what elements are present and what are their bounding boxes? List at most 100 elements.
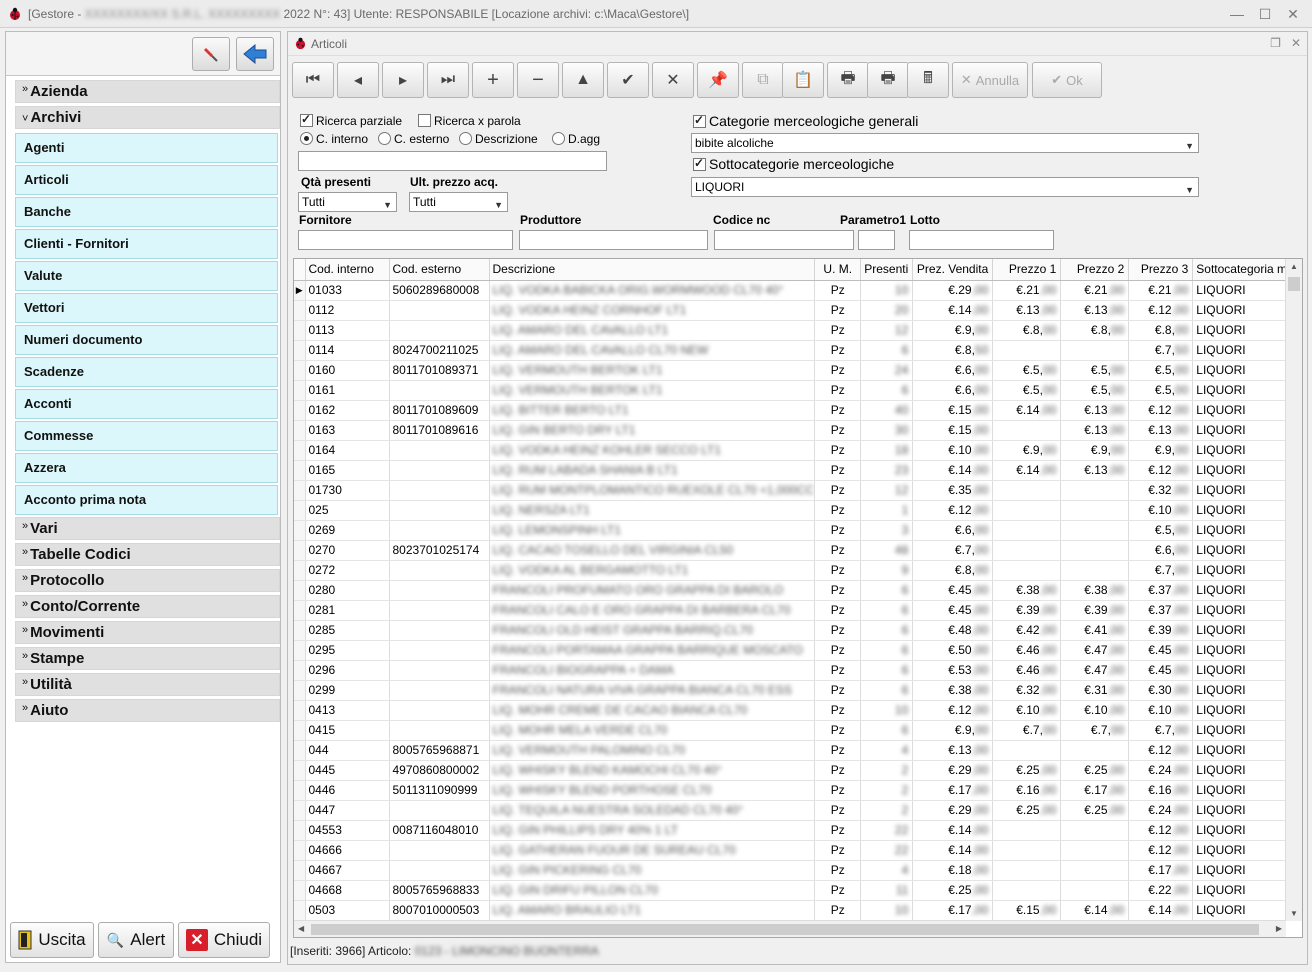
table-cell[interactable]: €.29,00: [912, 760, 994, 781]
table-cell[interactable]: 24: [860, 360, 914, 381]
table-row[interactable]: 0285 FRANCOLI OLD HEIST GRAPPA BARRIQ.CL7…: [294, 620, 1299, 641]
table-cell[interactable]: LIQ. VERMOUTH BERTOK LT1: [489, 360, 816, 381]
table-cell[interactable]: [389, 680, 490, 701]
radio-c-interno[interactable]: C. interno: [300, 132, 368, 146]
table-cell[interactable]: Pz: [814, 760, 862, 781]
table-row[interactable]: 04553 0087116048010 LIQ. GIN PHILLIPS DRY …: [294, 820, 1299, 841]
table-cell[interactable]: Pz: [814, 640, 862, 661]
table-cell[interactable]: [389, 720, 490, 741]
table-cell[interactable]: 4970860800002: [389, 760, 490, 781]
table-cell[interactable]: [389, 620, 490, 641]
table-cell[interactable]: LIQUORI: [1192, 480, 1299, 501]
table-cell[interactable]: €.5,00: [1060, 380, 1130, 401]
table-cell[interactable]: €.39,00: [1060, 600, 1130, 621]
table-cell[interactable]: €.10,00: [992, 700, 1062, 721]
table-cell[interactable]: LIQUORI: [1192, 500, 1299, 521]
table-row[interactable]: 044 8005765968871 LIQ. VERMOUTH PALOMINO C…: [294, 740, 1299, 761]
table-cell[interactable]: €.38,00: [992, 580, 1062, 601]
table-cell[interactable]: LIQUORI: [1192, 900, 1299, 921]
table-cell[interactable]: 04667: [305, 860, 390, 881]
table-cell[interactable]: €.37,00: [1128, 580, 1194, 601]
table-cell[interactable]: €.6,00: [912, 380, 994, 401]
table-row[interactable]: 04666 LIQ. GATHERAN FUOUR DE SUREAU CL70 P…: [294, 840, 1299, 861]
menu-section-utilita[interactable]: » Utilità: [15, 673, 280, 696]
table-cell[interactable]: Pz: [814, 740, 862, 761]
close-button[interactable]: ✕ Chiudi: [178, 922, 270, 958]
table-cell[interactable]: €.10,00: [1128, 500, 1194, 521]
table-cell[interactable]: €.12,00: [912, 700, 994, 721]
table-cell[interactable]: €.14,00: [912, 820, 994, 841]
table-row[interactable]: 0114 8024700211025 LIQ. AMARO DEL CAVALLO …: [294, 340, 1299, 361]
edit-button[interactable]: ▲: [562, 62, 604, 98]
table-cell[interactable]: €.6,00: [912, 520, 994, 541]
column-header[interactable]: Descrizione: [489, 259, 816, 281]
scroll-thumb[interactable]: [1288, 277, 1300, 291]
table-cell[interactable]: Pz: [814, 680, 862, 701]
sidebar-item-acconti[interactable]: Acconti: [15, 389, 278, 419]
table-cell[interactable]: LIQ. CACAO TOSELLO DEL VIRGINIA CL50: [489, 540, 816, 561]
table-row[interactable]: 0272 LIQ. VODKA AL BERGAMOTTO LT1 Pz 9 €.8,0…: [294, 560, 1299, 581]
table-cell[interactable]: LIQUORI: [1192, 580, 1299, 601]
table-cell[interactable]: 8011701089616: [389, 420, 490, 441]
sidebar-item-clienti-fornitori[interactable]: Clienti - Fornitori: [15, 229, 278, 259]
producer-input[interactable]: [519, 230, 708, 250]
table-cell[interactable]: 0503: [305, 900, 390, 921]
table-cell[interactable]: €.5,00: [1128, 380, 1194, 401]
table-cell[interactable]: 0447: [305, 800, 390, 821]
table-cell[interactable]: 8011701089371: [389, 360, 490, 381]
table-cell[interactable]: €.24,00: [1128, 760, 1194, 781]
table-cell[interactable]: €.16,00: [992, 780, 1062, 801]
table-cell[interactable]: 6: [860, 380, 914, 401]
table-cell[interactable]: 044: [305, 740, 390, 761]
table-cell[interactable]: €.5,00: [1128, 360, 1194, 381]
table-cell[interactable]: €.8,00: [1128, 320, 1194, 341]
table-cell[interactable]: [1060, 540, 1130, 561]
table-cell[interactable]: €.53,00: [912, 660, 994, 681]
table-cell[interactable]: €.14,00: [912, 300, 994, 321]
table-cell[interactable]: €.8,00: [992, 320, 1062, 341]
scroll-right-icon[interactable]: ▶: [1276, 924, 1282, 933]
table-cell[interactable]: LIQ. GIN PICKERING CL70: [489, 860, 816, 881]
table-row[interactable]: 01730 LIQ. RUM MONTPLOMANTICO RUEXOLE CL7…: [294, 480, 1299, 501]
next-record-button[interactable]: ▸: [382, 62, 424, 98]
table-cell[interactable]: 3: [860, 520, 914, 541]
table-cell[interactable]: 40: [860, 400, 914, 421]
table-cell[interactable]: €.15,00: [992, 900, 1062, 921]
supplier-input[interactable]: [298, 230, 513, 250]
table-cell[interactable]: 0272: [305, 560, 390, 581]
table-cell[interactable]: LIQ. BITTER BERTO LT1: [489, 400, 816, 421]
table-cell[interactable]: [389, 480, 490, 501]
sidebar-item-agenti[interactable]: Agenti: [15, 133, 278, 163]
table-cell[interactable]: 01730: [305, 480, 390, 501]
table-cell[interactable]: LIQUORI: [1192, 400, 1299, 421]
table-cell[interactable]: €.13,00: [1060, 460, 1130, 481]
table-cell[interactable]: Pz: [814, 820, 862, 841]
table-cell[interactable]: LIQUORI: [1192, 800, 1299, 821]
table-cell[interactable]: 0269: [305, 520, 390, 541]
table-cell[interactable]: €.30,00: [1128, 680, 1194, 701]
table-cell[interactable]: LIQUORI: [1192, 860, 1299, 881]
table-cell[interactable]: Pz: [814, 500, 862, 521]
table-cell[interactable]: Pz: [814, 420, 862, 441]
table-cell[interactable]: €.21,00: [1060, 280, 1130, 301]
table-cell[interactable]: 8005765968833: [389, 880, 490, 901]
table-cell[interactable]: Pz: [814, 460, 862, 481]
table-cell[interactable]: [389, 320, 490, 341]
table-cell[interactable]: 6: [860, 620, 914, 641]
table-cell[interactable]: Pz: [814, 520, 862, 541]
table-row[interactable]: 025 LIQ. NERSZA LT1 Pz 1 €.12,00 €.10,00 LIQUO…: [294, 500, 1299, 521]
table-row[interactable]: 0296 FRANCOLI BIOGRAPPA + DAMA Pz 6 €.53,00 €…: [294, 660, 1299, 681]
table-cell[interactable]: [1060, 340, 1130, 361]
table-cell[interactable]: [1060, 560, 1130, 581]
table-cell[interactable]: €.13,00: [1060, 300, 1130, 321]
table-cell[interactable]: 10: [860, 900, 914, 921]
vertical-scrollbar[interactable]: ▲ ▼: [1285, 259, 1302, 921]
radio-c-esterno[interactable]: C. esterno: [378, 132, 449, 146]
table-cell[interactable]: Pz: [814, 320, 862, 341]
print-preview-button[interactable]: 🖶: [867, 62, 909, 98]
ok-button[interactable]: ✔ Ok: [1032, 62, 1102, 98]
table-cell[interactable]: 0163: [305, 420, 390, 441]
scroll-up-icon[interactable]: ▲: [1290, 262, 1298, 271]
table-cell[interactable]: €.7,00: [912, 540, 994, 561]
table-cell[interactable]: €.14,00: [1128, 900, 1194, 921]
